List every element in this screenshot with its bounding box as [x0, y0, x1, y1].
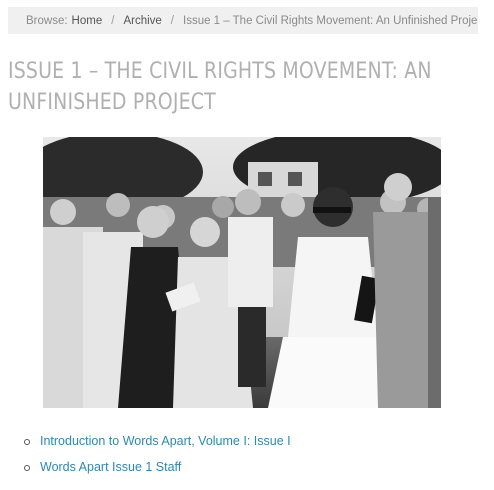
list-item: Words Apart Issue 1 Staff — [20, 454, 291, 480]
breadcrumb-separator: / — [111, 14, 115, 27]
breadcrumb: Browse: Home / Archive / Issue 1 – The C… — [8, 7, 478, 34]
issue-links-list: Introduction to Words Apart, Volume I: I… — [20, 428, 291, 480]
list-item: Introduction to Words Apart, Volume I: I… — [20, 428, 291, 454]
breadcrumb-home-link[interactable]: Home — [72, 15, 103, 27]
issue-cover-photo — [43, 137, 441, 408]
link-introduction[interactable]: Introduction to Words Apart, Volume I: I… — [40, 434, 291, 448]
page-title: Issue 1 – The Civil Rights Movement: An … — [8, 59, 432, 115]
bullet-icon — [24, 465, 30, 471]
link-staff[interactable]: Words Apart Issue 1 Staff — [40, 460, 181, 474]
breadcrumb-separator: / — [170, 14, 174, 27]
breadcrumb-archive-link[interactable]: Archive — [123, 15, 161, 27]
bullet-icon — [24, 439, 30, 445]
breadcrumb-prefix: Browse: — [26, 14, 68, 27]
breadcrumb-current: Issue 1 – The Civil Rights Movement: An … — [183, 14, 478, 27]
